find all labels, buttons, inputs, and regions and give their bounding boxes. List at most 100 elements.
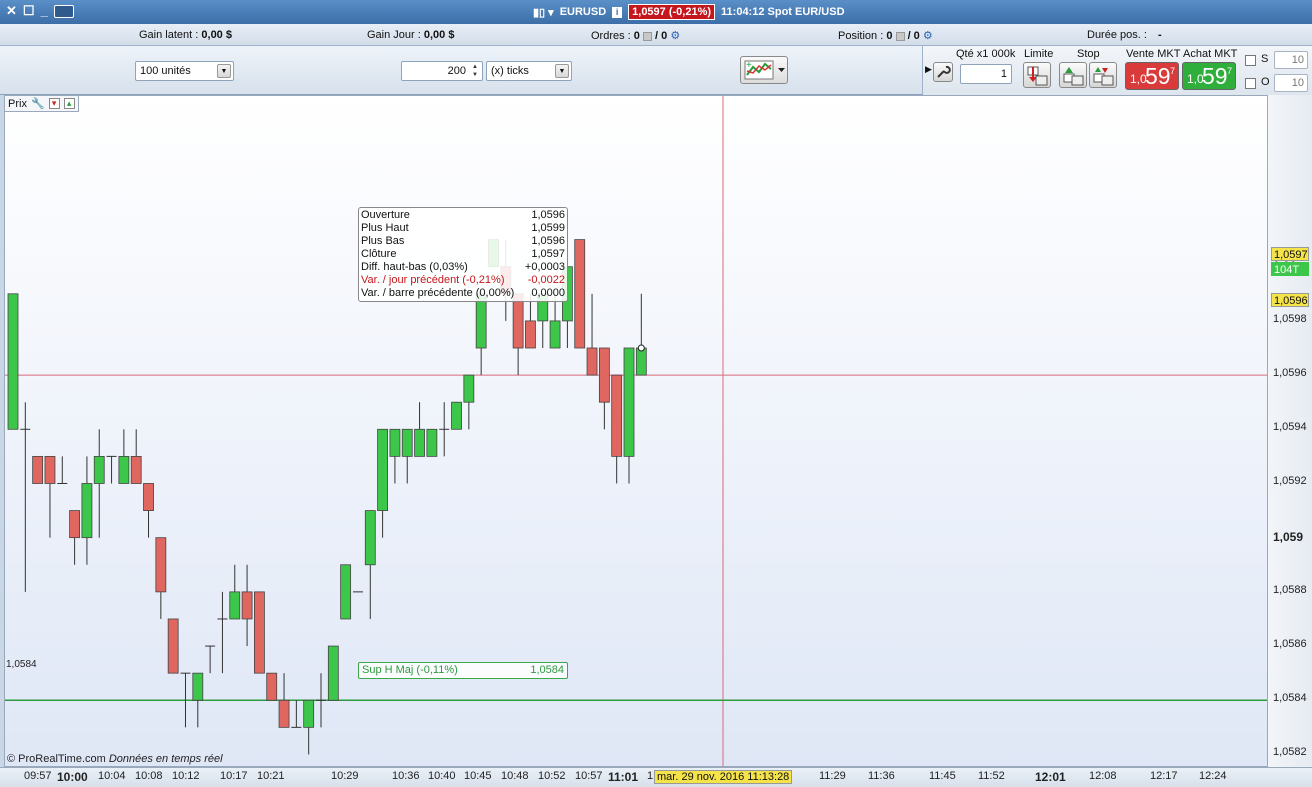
- candle-body: [93, 455, 105, 484]
- ordres-box-icon[interactable]: [642, 31, 652, 41]
- support-line-label[interactable]: Sup H Maj (-0,11%) 1,0584: [358, 662, 568, 679]
- expand-arrow-icon[interactable]: ▶: [925, 64, 932, 75]
- order-panel: ▶ Qté x1 000k 1 Limite Stop Vente MKT Ac…: [922, 46, 1312, 95]
- candle[interactable]: [81, 456, 93, 565]
- position-box-icon[interactable]: [895, 31, 905, 41]
- candle-body: [44, 455, 56, 484]
- candle[interactable]: [475, 293, 487, 376]
- info-icon[interactable]: i: [612, 6, 623, 18]
- candle[interactable]: [7, 293, 19, 430]
- units-select-value: 100 unités: [140, 65, 191, 77]
- stop-buy-button[interactable]: [1059, 62, 1087, 88]
- o-checkbox[interactable]: [1245, 78, 1256, 89]
- candle[interactable]: [364, 510, 376, 619]
- ticks-unit-select[interactable]: (x) ticks ▼: [486, 61, 572, 81]
- ticks-unit-value: (x) ticks: [491, 65, 529, 77]
- gears-icon[interactable]: ⚙: [923, 29, 933, 42]
- candle[interactable]: [414, 402, 425, 457]
- minimize-icon[interactable]: _: [41, 4, 48, 18]
- candle[interactable]: [93, 429, 105, 538]
- candle[interactable]: [512, 293, 524, 376]
- gain-latent-label: Gain latent :: [139, 29, 199, 41]
- ticks-count-input[interactable]: 200 ▲ ▼: [401, 61, 483, 81]
- candle[interactable]: [155, 537, 167, 619]
- candle[interactable]: [69, 510, 80, 565]
- sell-market-button[interactable]: 1,0 59 7: [1125, 62, 1179, 90]
- candle[interactable]: [217, 591, 228, 674]
- limit-order-button[interactable]: [1023, 62, 1051, 88]
- candle[interactable]: [32, 455, 44, 484]
- o-value: 10: [1291, 77, 1304, 89]
- tooltip-value: 1,0597: [531, 248, 565, 260]
- candle[interactable]: [130, 429, 142, 484]
- candle[interactable]: [451, 401, 462, 430]
- sell-price-sup: 7: [1170, 66, 1176, 76]
- candle[interactable]: [118, 429, 130, 484]
- candle[interactable]: [192, 672, 204, 728]
- close-icon[interactable]: ✕: [6, 4, 17, 18]
- candle[interactable]: [316, 673, 326, 728]
- candle[interactable]: [229, 564, 241, 620]
- chevron-down-icon[interactable]: ▼: [555, 64, 569, 78]
- settings-wrench-button[interactable]: [933, 62, 953, 82]
- wrench-icon[interactable]: 🔧: [31, 97, 45, 110]
- candle[interactable]: [167, 618, 179, 674]
- candle[interactable]: [340, 564, 352, 620]
- candle[interactable]: [44, 455, 56, 538]
- candle[interactable]: [623, 347, 635, 484]
- candle-body: [623, 347, 635, 457]
- candle[interactable]: [611, 374, 623, 484]
- tooltip-row-open: Ouverture 1,0596: [361, 209, 565, 222]
- candle[interactable]: [106, 455, 117, 484]
- instrument-symbol[interactable]: EURUSD: [560, 6, 606, 18]
- s-input[interactable]: 10: [1274, 51, 1308, 69]
- stop-sell-button[interactable]: [1089, 62, 1117, 88]
- candle[interactable]: [586, 293, 598, 376]
- price-chart[interactable]: [4, 95, 1268, 767]
- candle[interactable]: [327, 645, 339, 701]
- keyboard-icon[interactable]: [53, 4, 74, 18]
- gears-icon[interactable]: ⚙: [670, 29, 680, 42]
- candle[interactable]: [266, 672, 278, 701]
- chart-type-button[interactable]: +: [740, 56, 788, 84]
- candle[interactable]: [20, 402, 31, 592]
- candle[interactable]: [278, 673, 290, 728]
- limit-order-icon: [1027, 66, 1048, 86]
- candle-body: [340, 564, 352, 620]
- qty-input[interactable]: 1: [960, 64, 1012, 84]
- maximize-icon[interactable]: ☐: [23, 4, 35, 18]
- candle[interactable]: [291, 700, 302, 728]
- wrench-icon: [937, 65, 951, 78]
- candle-body: [155, 537, 167, 593]
- candlestick-chart[interactable]: [5, 96, 1268, 767]
- chevron-down-icon[interactable]: ▼: [217, 64, 231, 78]
- candle[interactable]: [389, 428, 401, 484]
- time-tick-label: 11:01: [608, 770, 639, 784]
- candle[interactable]: [598, 347, 610, 430]
- candle[interactable]: [143, 483, 154, 538]
- candle[interactable]: [303, 699, 315, 755]
- duree-label: Durée pos. :: [1087, 29, 1147, 41]
- time-tick-label: 11:45: [929, 770, 956, 782]
- candle[interactable]: [253, 591, 265, 674]
- o-input[interactable]: 10: [1274, 74, 1308, 92]
- candle[interactable]: [401, 428, 413, 484]
- units-select[interactable]: 100 unités ▼: [135, 61, 234, 81]
- candle[interactable]: [205, 645, 216, 674]
- add-indicator-icon[interactable]: ▴: [63, 98, 75, 109]
- candle[interactable]: [574, 239, 586, 349]
- candle[interactable]: [439, 402, 450, 457]
- s-checkbox[interactable]: [1245, 55, 1256, 66]
- candle[interactable]: [463, 374, 475, 430]
- candle[interactable]: [426, 428, 438, 457]
- time-tick-label: 10:52: [538, 770, 566, 782]
- candle[interactable]: [57, 456, 68, 484]
- duree-value: -: [1157, 29, 1162, 41]
- instrument-icon[interactable]: ▮▯ ▾: [533, 6, 554, 19]
- candle[interactable]: [377, 428, 389, 538]
- remove-indicator-icon[interactable]: ▾: [48, 98, 60, 109]
- buy-market-button[interactable]: 1,0 59 7: [1182, 62, 1236, 90]
- candle[interactable]: [241, 564, 253, 647]
- candle[interactable]: [635, 293, 647, 376]
- spinner-icon[interactable]: ▲ ▼: [469, 63, 481, 79]
